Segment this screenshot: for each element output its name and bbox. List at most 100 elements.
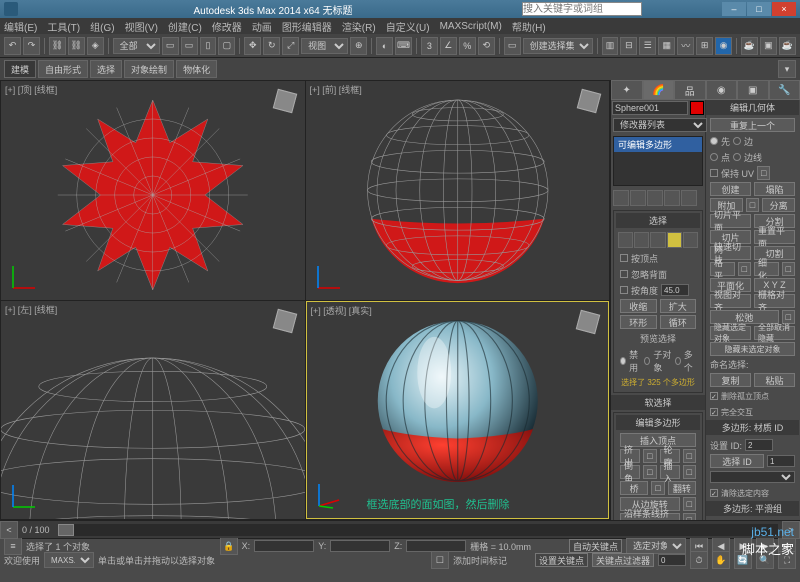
- schematic-button[interactable]: ⊞: [696, 37, 713, 55]
- tab-display-icon[interactable]: ▣: [737, 80, 769, 100]
- window-crossing-button[interactable]: ▢: [218, 37, 235, 55]
- create-button[interactable]: 创建: [710, 182, 751, 196]
- menu-edit[interactable]: 编辑(E): [4, 19, 37, 34]
- stack-item[interactable]: 可编辑多边形: [614, 137, 702, 152]
- move-button[interactable]: ✥: [244, 37, 261, 55]
- named-sel-dropdown[interactable]: 创建选择集: [523, 38, 593, 54]
- constraint-none[interactable]: [710, 137, 718, 145]
- loop-button[interactable]: 循环: [660, 315, 697, 329]
- modifier-stack[interactable]: 可编辑多边形: [613, 136, 703, 186]
- tab-selection[interactable]: 选择: [90, 60, 122, 78]
- select-id-spinner[interactable]: [767, 455, 795, 467]
- constraint-normal[interactable]: [733, 153, 741, 161]
- outline-settings[interactable]: □: [683, 449, 696, 463]
- border-subobj[interactable]: [650, 232, 665, 248]
- search-input[interactable]: [522, 2, 642, 16]
- render-button[interactable]: ☕: [779, 37, 796, 55]
- paste-button[interactable]: 粘贴: [754, 373, 795, 387]
- tab-modeling[interactable]: 建模: [4, 60, 36, 78]
- rollout-title[interactable]: 选择: [616, 213, 700, 228]
- by-angle-check[interactable]: [620, 286, 628, 294]
- current-frame-spinner[interactable]: [658, 554, 686, 566]
- align-button[interactable]: ⊟: [620, 37, 637, 55]
- key-filter-dropdown[interactable]: 选定对象: [626, 538, 686, 554]
- constraint-face[interactable]: [710, 153, 718, 161]
- layers-button[interactable]: ☰: [639, 37, 656, 55]
- object-color-swatch[interactable]: [690, 101, 704, 115]
- view-align-button[interactable]: 视图对齐: [710, 294, 751, 308]
- preview-multi-radio[interactable]: [675, 357, 681, 365]
- viewport-label[interactable]: [+] [前] [线框]: [310, 83, 362, 96]
- extrude-settings[interactable]: □: [643, 449, 656, 463]
- maximize-button[interactable]: □: [747, 2, 771, 16]
- setkey-button[interactable]: 设置关键点: [535, 553, 588, 567]
- script-dropdown[interactable]: MAXS...: [44, 552, 94, 568]
- show-end-button[interactable]: [630, 190, 646, 206]
- autokey-button[interactable]: 自动关键点: [569, 539, 622, 553]
- modifier-list-dropdown[interactable]: 修改器列表: [613, 118, 707, 132]
- keyfilters-button[interactable]: 关键点过滤器: [592, 553, 654, 567]
- set-id-spinner[interactable]: [745, 439, 773, 451]
- ref-coord-dropdown[interactable]: 视图: [301, 38, 348, 54]
- collapse-button[interactable]: 塌陷: [754, 182, 795, 196]
- viewport-perspective[interactable]: [+] [透视] [真实]: [306, 301, 610, 520]
- tab-populate[interactable]: 物体化: [176, 60, 217, 78]
- polygon-subobj[interactable]: [667, 232, 682, 248]
- tab-modify-icon[interactable]: 🌈: [643, 80, 675, 100]
- snap-button[interactable]: 3: [421, 37, 438, 55]
- render-frame-button[interactable]: ▣: [760, 37, 777, 55]
- viewport-top[interactable]: [+] [顶] [线框]: [1, 81, 305, 300]
- bridge-button[interactable]: 桥: [620, 481, 648, 495]
- percent-snap-button[interactable]: %: [459, 37, 476, 55]
- configure-button[interactable]: [681, 190, 697, 206]
- manipulate-button[interactable]: ◐: [376, 37, 393, 55]
- hide-sel-button[interactable]: 隐藏选定对象: [710, 326, 751, 340]
- menu-render[interactable]: 渲染(R): [342, 19, 376, 34]
- curve-editor-button[interactable]: 〰: [677, 37, 694, 55]
- shrink-button[interactable]: 收缩: [620, 299, 657, 313]
- isolate-icon[interactable]: ☐: [431, 551, 449, 569]
- object-name-field[interactable]: [612, 101, 688, 115]
- timemarker-label[interactable]: 添加时间标记: [453, 554, 507, 567]
- keyboard-button[interactable]: ⌨: [395, 37, 412, 55]
- tab-paint[interactable]: 对象绘制: [124, 60, 174, 78]
- viewcube-icon[interactable]: [572, 306, 604, 338]
- constraint-edge[interactable]: [733, 137, 741, 145]
- mirror-button[interactable]: ▥: [602, 37, 619, 55]
- menu-graph[interactable]: 图形编辑器: [282, 19, 332, 34]
- grow-button[interactable]: 扩大: [660, 299, 697, 313]
- coord-y[interactable]: [330, 540, 390, 552]
- render-setup-button[interactable]: ☕: [741, 37, 758, 55]
- undo-button[interactable]: ↶: [4, 37, 21, 55]
- edge-subobj[interactable]: [634, 232, 649, 248]
- select-button[interactable]: ▭: [162, 37, 179, 55]
- timeline[interactable]: < 0 / 100 >: [0, 520, 800, 538]
- ring-button[interactable]: 环形: [620, 315, 657, 329]
- vertex-subobj[interactable]: [618, 232, 633, 248]
- tab-create-icon[interactable]: ✦: [611, 80, 643, 100]
- hide-unsel-button[interactable]: 隐藏未选定对象: [710, 342, 795, 356]
- msmooth-button[interactable]: 网格平滑: [710, 262, 735, 276]
- named-sel-button[interactable]: ▭: [504, 37, 521, 55]
- bind-button[interactable]: ◈: [87, 37, 104, 55]
- viewcube-icon[interactable]: [573, 85, 605, 117]
- viewport-left[interactable]: [+] [左] [线框]: [1, 301, 305, 520]
- softsel-rollout[interactable]: 软选择: [611, 395, 705, 410]
- nav-pan-icon[interactable]: ✋: [712, 551, 730, 569]
- full-interact-check[interactable]: [710, 408, 718, 416]
- viewport-front[interactable]: [+] [前] [线框]: [306, 81, 610, 300]
- preview-off-radio[interactable]: [620, 357, 626, 365]
- inset-button[interactable]: 插入: [660, 465, 680, 479]
- unlink-button[interactable]: ⛓: [68, 37, 85, 55]
- coord-x[interactable]: [254, 540, 314, 552]
- close-button[interactable]: ×: [772, 2, 796, 16]
- element-subobj[interactable]: [683, 232, 698, 248]
- tab-utilities-icon[interactable]: 🔧: [769, 80, 800, 100]
- menu-animation[interactable]: 动画: [252, 19, 272, 34]
- select-id-button[interactable]: 选择 ID: [710, 454, 764, 468]
- preserve-uv-check[interactable]: [710, 169, 718, 177]
- viewport-label[interactable]: [+] [透视] [真实]: [311, 304, 372, 317]
- menu-customize[interactable]: 自定义(U): [386, 19, 430, 34]
- ribbon-button[interactable]: ▦: [658, 37, 675, 55]
- ignore-back-check[interactable]: [620, 270, 628, 278]
